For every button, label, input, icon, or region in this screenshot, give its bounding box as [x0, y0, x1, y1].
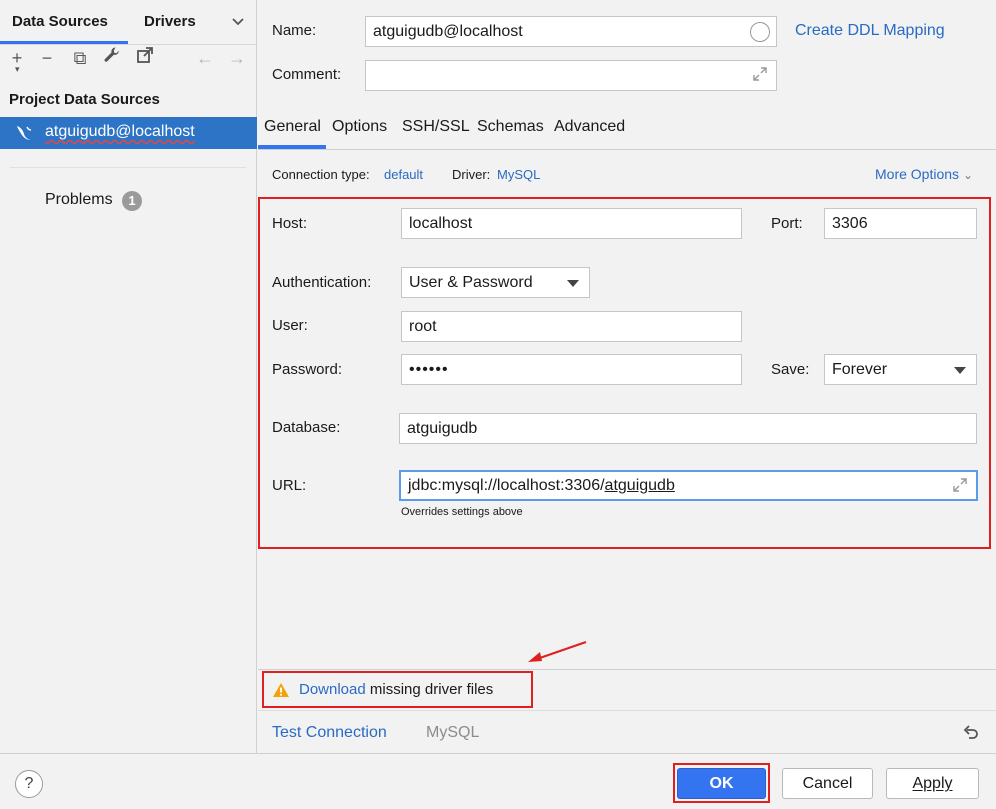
- url-hint: Overrides settings above: [401, 506, 523, 518]
- tab-drivers[interactable]: Drivers: [144, 0, 196, 44]
- host-value: localhost: [409, 215, 473, 232]
- port-field[interactable]: 3306: [824, 208, 977, 239]
- name-label: Name:: [272, 22, 317, 39]
- database-value: atguigudb: [407, 420, 478, 437]
- dropdown-arrow-icon: [954, 367, 966, 374]
- more-options-link[interactable]: More Options ⌄: [875, 166, 973, 182]
- divider: [258, 710, 996, 711]
- host-label: Host:: [272, 215, 308, 232]
- revert-icon[interactable]: [962, 724, 980, 742]
- dropdown-indicator-icon: ▾: [15, 64, 20, 74]
- name-field[interactable]: atguigudb@localhost: [365, 16, 777, 47]
- password-label: Password:: [272, 361, 343, 378]
- chevron-down-icon[interactable]: [230, 14, 246, 30]
- duplicate-icon[interactable]: ⧉: [68, 46, 92, 70]
- datasource-item[interactable]: atguigudb@localhost: [0, 117, 257, 149]
- divider: [0, 753, 996, 754]
- ok-button[interactable]: OK: [677, 768, 766, 799]
- divider: [258, 669, 996, 670]
- expand-icon[interactable]: [952, 477, 968, 493]
- problems-link[interactable]: Problems: [45, 191, 113, 209]
- url-field[interactable]: jdbc:mysql://localhost:3306/atguigudb: [399, 470, 978, 501]
- divider: [10, 167, 246, 168]
- left-panel: Data Sources Drivers + ▾ − ⧉ ← → Project…: [0, 0, 257, 753]
- missing-driver-message: Download missing driver files: [299, 681, 493, 698]
- database-field[interactable]: atguigudb: [399, 413, 977, 444]
- save-value: Forever: [832, 361, 888, 378]
- chevron-down-icon: ⌄: [962, 168, 973, 182]
- create-ddl-mapping-link[interactable]: Create DDL Mapping: [795, 22, 945, 40]
- password-value: ••••••: [409, 361, 449, 378]
- authentication-value: User & Password: [409, 274, 533, 291]
- apply-label: Apply: [912, 775, 953, 792]
- comment-field[interactable]: [365, 60, 777, 91]
- section-title: Project Data Sources: [9, 91, 160, 108]
- port-label: Port:: [771, 215, 803, 232]
- connection-type-label: Connection type:: [272, 167, 370, 182]
- user-label: User:: [272, 317, 308, 334]
- color-picker-icon[interactable]: [750, 22, 770, 42]
- comment-label: Comment:: [272, 66, 342, 83]
- divider: [258, 149, 996, 150]
- save-select[interactable]: Forever: [824, 354, 977, 385]
- apply-button[interactable]: Apply: [886, 768, 979, 799]
- url-label: URL:: [272, 477, 307, 494]
- minus-icon[interactable]: −: [35, 46, 59, 70]
- dropdown-arrow-icon: [567, 280, 579, 287]
- url-database: atguigudb: [604, 477, 675, 494]
- password-field[interactable]: ••••••: [401, 354, 742, 385]
- download-link[interactable]: Download: [299, 681, 366, 698]
- help-button[interactable]: ?: [15, 770, 43, 798]
- tab-schemas[interactable]: Schemas: [477, 118, 544, 150]
- authentication-label: Authentication:: [272, 274, 372, 291]
- database-label: Database:: [272, 419, 341, 436]
- connection-type-link[interactable]: default: [384, 167, 423, 182]
- datasource-label: atguigudb@localhost: [45, 123, 195, 140]
- host-field[interactable]: localhost: [401, 208, 742, 239]
- authentication-select[interactable]: User & Password: [401, 267, 590, 298]
- annotation-arrow-icon: [526, 640, 588, 664]
- jump-to-source-icon[interactable]: [133, 46, 157, 70]
- port-value: 3306: [832, 215, 868, 232]
- warning-icon: [272, 682, 290, 698]
- test-connection-link[interactable]: Test Connection: [272, 724, 387, 742]
- name-value: atguigudb@localhost: [373, 23, 523, 40]
- wrench-icon[interactable]: [100, 46, 124, 70]
- url-prefix: jdbc:mysql://localhost:3306/: [408, 477, 605, 494]
- tab-advanced[interactable]: Advanced: [554, 118, 625, 150]
- tab-ssh-ssl[interactable]: SSH/SSL: [402, 118, 470, 150]
- forward-arrow-icon[interactable]: →: [225, 46, 249, 70]
- user-field[interactable]: root: [401, 311, 742, 342]
- user-value: root: [409, 318, 437, 335]
- cancel-button[interactable]: Cancel: [782, 768, 873, 799]
- back-arrow-icon[interactable]: ←: [193, 46, 217, 70]
- driver-name: MySQL: [426, 724, 480, 741]
- save-label: Save:: [771, 361, 810, 378]
- driver-label: Driver:: [452, 167, 491, 182]
- mysql-dolphin-icon: [14, 123, 34, 143]
- warning-text: missing driver files: [365, 681, 494, 698]
- driver-link[interactable]: MySQL: [497, 167, 540, 182]
- problems-count-badge: 1: [122, 191, 142, 211]
- tab-data-sources[interactable]: Data Sources: [12, 0, 108, 44]
- divider: [0, 44, 257, 45]
- expand-icon[interactable]: [752, 66, 768, 82]
- tab-options[interactable]: Options: [332, 118, 387, 150]
- more-options-label: More Options: [875, 166, 960, 182]
